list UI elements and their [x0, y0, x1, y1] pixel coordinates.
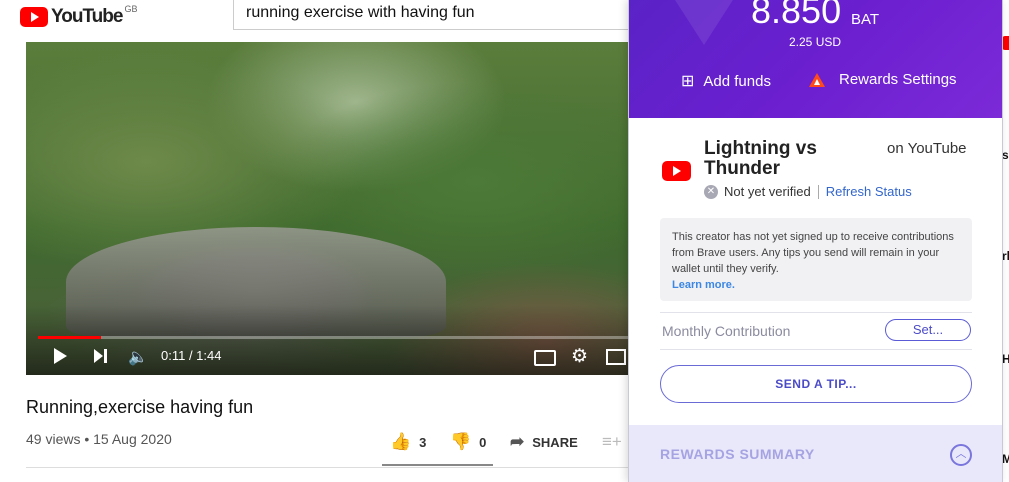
video-meta: 49 views • 15 Aug 2020: [26, 431, 172, 447]
youtube-creator-icon: [662, 161, 691, 181]
wallet-header: 8.850 BAT 2.25 USD ⊞ Add funds Rewards S…: [629, 0, 1002, 118]
video-player[interactable]: 🔈 0:11 / 1:44 ⚙: [26, 42, 630, 375]
rewards-summary-bar[interactable]: REWARDS SUMMARY ︿: [629, 425, 1002, 482]
subtitles-icon[interactable]: [534, 350, 556, 366]
progress-bar[interactable]: [38, 336, 630, 339]
progress-bar-fill: [38, 336, 101, 339]
video-title: Running,exercise having fun: [26, 397, 254, 417]
set-monthly-button[interactable]: Set...: [885, 319, 971, 341]
balance-unit: BAT: [851, 11, 880, 28]
add-funds-icon: ⊞: [681, 73, 695, 90]
gear-icon[interactable]: ⚙: [571, 345, 588, 368]
video-time: 0:11 / 1:44: [161, 348, 222, 363]
not-verified-icon: ✕: [704, 184, 718, 199]
dislike-button[interactable]: 👎 0: [450, 432, 486, 452]
youtube-logo-text: YouTube: [51, 6, 123, 27]
volume-icon[interactable]: 🔈: [128, 347, 148, 367]
like-ratio-bar: [382, 464, 493, 466]
rewards-settings-label: Rewards Settings: [839, 71, 957, 88]
like-count: 3: [419, 434, 427, 450]
notice-text: This creator has not yet signed up to re…: [672, 231, 954, 275]
creator-name: Lightning vs Thunder: [704, 138, 817, 179]
divider: [660, 349, 972, 350]
share-icon: ➦: [510, 432, 525, 451]
miniplayer-icon[interactable]: [606, 349, 626, 365]
bat-logo-icon: [809, 72, 825, 87]
dislike-count: 0: [479, 434, 487, 450]
monthly-contribution-label: Monthly Contribution: [662, 323, 791, 339]
like-button[interactable]: 👍 3: [390, 432, 426, 452]
thumbs-up-icon: 👍: [390, 432, 412, 451]
recommendation-edge[interactable]: H: [1002, 352, 1009, 366]
rewards-settings-button[interactable]: Rewards Settings: [809, 71, 957, 88]
divider: [660, 312, 972, 313]
learn-more-link[interactable]: Learn more.: [672, 279, 735, 291]
youtube-region-label: GB: [124, 4, 138, 14]
brave-rewards-panel: 8.850 BAT 2.25 USD ⊞ Add funds Rewards S…: [628, 0, 1003, 482]
add-funds-button[interactable]: ⊞ Add funds: [681, 71, 771, 91]
creator-platform: on YouTube: [887, 140, 967, 157]
share-label: SHARE: [532, 434, 578, 450]
unverified-notice: This creator has not yet signed up to re…: [660, 218, 972, 301]
rewards-summary-label: REWARDS SUMMARY: [660, 446, 815, 462]
wallet-balance: 8.850: [751, 0, 842, 31]
recommendation-edge[interactable]: rl: [1002, 249, 1009, 263]
divider: [26, 467, 630, 468]
verification-text: Not yet verified: [724, 184, 811, 199]
recommendation-edge[interactable]: M: [1002, 452, 1009, 466]
youtube-logo[interactable]: YouTube GB: [20, 4, 138, 28]
chevron-up-icon[interactable]: ︿: [950, 444, 972, 466]
add-to-playlist-icon[interactable]: ≡+: [602, 432, 622, 452]
balance-usd: 2.25 USD: [789, 35, 842, 49]
youtube-play-logo-icon: [20, 7, 48, 27]
search-input[interactable]: running exercise with having fun: [233, 0, 633, 30]
refresh-status-link[interactable]: Refresh Status: [826, 184, 912, 199]
share-button[interactable]: ➦ SHARE: [510, 432, 578, 452]
bat-watermark-icon: [659, 0, 749, 45]
next-icon[interactable]: [94, 348, 108, 364]
recommendation-thumb-edge: [1002, 36, 1009, 50]
add-funds-label: Add funds: [703, 72, 771, 90]
send-tip-button[interactable]: SEND A TIP...: [660, 365, 972, 403]
verification-status: ✕ Not yet verified Refresh Status: [704, 184, 912, 199]
recommendation-edge[interactable]: sl: [1002, 148, 1009, 162]
play-icon[interactable]: [54, 348, 67, 364]
thumbs-down-icon: 👎: [450, 432, 472, 451]
